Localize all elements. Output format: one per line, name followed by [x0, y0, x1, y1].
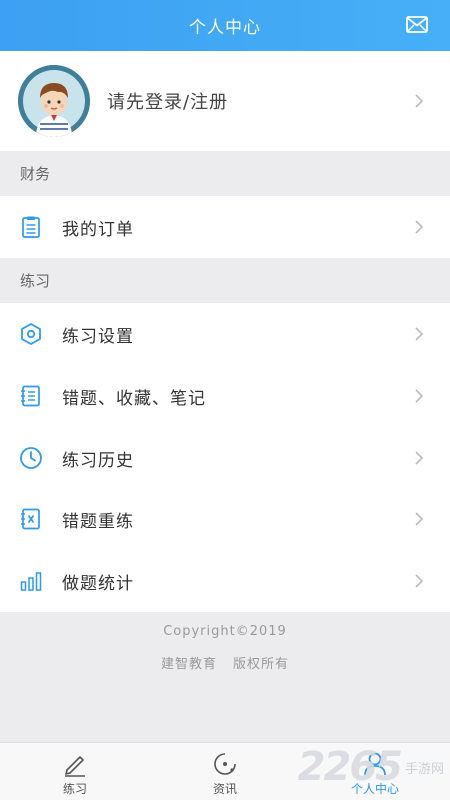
tab-practice[interactable]: 练习 [0, 743, 150, 800]
menu-item-wrong-favorites-notes[interactable]: 错题、收藏、笔记 [0, 365, 450, 427]
rights-text: 版权所有 [233, 657, 290, 672]
menu-item-label: 练习历史 [62, 450, 134, 471]
chevron-right-icon [415, 94, 424, 108]
clipboard-icon [22, 216, 40, 238]
tab-label: 练习 [62, 782, 87, 796]
wrong-book-icon [21, 508, 40, 530]
section-finance: 财务 [0, 151, 450, 196]
pencil-icon [65, 756, 85, 777]
menu-item-label: 做题统计 [62, 573, 134, 594]
menu-item-practice-stats[interactable]: 做题统计 [0, 550, 450, 612]
menu-item-practice-history[interactable]: 练习历史 [0, 427, 450, 489]
company-rights: 建智教育 版权所有 [0, 653, 450, 672]
watermark-text: 手游网 [404, 761, 444, 777]
chevron-right-icon [415, 389, 424, 403]
chevron-right-icon [415, 327, 424, 341]
menu-item-label: 错题重练 [62, 511, 134, 532]
section-practice: 练习 [0, 258, 450, 303]
mail-icon[interactable] [406, 16, 428, 33]
watermark-number: 2265 [297, 744, 403, 790]
section-finance-title: 财务 [20, 165, 51, 183]
clock-icon [20, 447, 42, 469]
news-icon [214, 753, 236, 775]
login-register-link[interactable]: 请先登录/注册 [107, 88, 228, 114]
menu-item-my-orders[interactable]: 我的订单 [0, 196, 450, 258]
chevron-right-icon [415, 512, 424, 526]
hexagon-settings-icon [21, 323, 41, 345]
top-bar: 个人中心 [0, 0, 450, 51]
menu-item-practice-settings[interactable]: 练习设置 [0, 303, 450, 365]
copyright-text: Copyright©2019 [163, 624, 287, 639]
chevron-right-icon [415, 451, 424, 465]
avatar-boy-icon [18, 65, 90, 137]
tab-label: 资讯 [212, 782, 237, 796]
menu-item-label: 我的订单 [62, 219, 134, 240]
menu-item-label: 错题、收藏、笔记 [62, 388, 206, 409]
profile-row[interactable]: 请先登录/注册 [0, 51, 450, 151]
watermark-logo: 2265 手游网 [298, 744, 444, 790]
chevron-right-icon [415, 220, 424, 234]
section-practice-title: 练习 [20, 272, 51, 290]
notebook-list-icon [21, 385, 40, 407]
company-name: 建智教育 [160, 657, 217, 672]
chevron-right-icon [415, 574, 424, 588]
avatar[interactable] [18, 65, 90, 137]
page-title: 个人中心 [189, 18, 261, 38]
bar-stats-icon [20, 572, 42, 591]
tab-news[interactable]: 资讯 [150, 743, 300, 800]
menu-item-wrong-retry[interactable]: 错题重练 [0, 488, 450, 550]
menu-item-label: 练习设置 [62, 326, 134, 347]
